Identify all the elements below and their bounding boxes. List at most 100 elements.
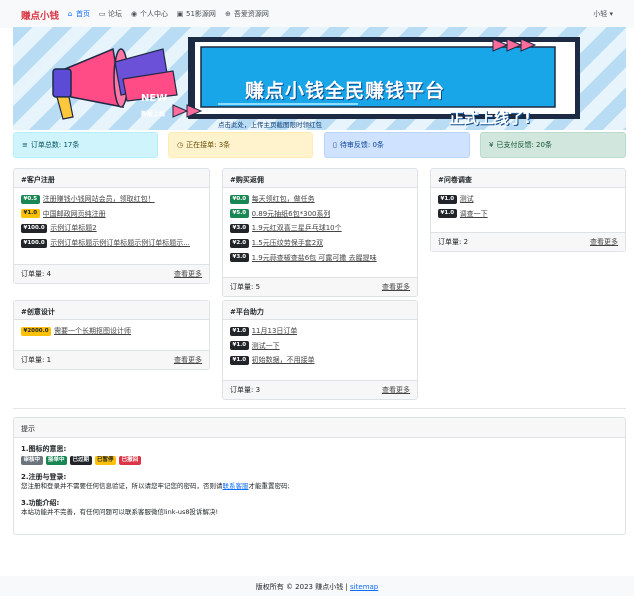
list-item[interactable]: ¥1.0 测试一下 <box>230 339 410 354</box>
task-link[interactable]: 1.9元红双喜三星乒乓球10个 <box>252 223 342 233</box>
yen-icon: ¥ <box>489 141 494 149</box>
stat-active-orders: ◷ 正在接单: 3条 <box>168 132 313 158</box>
brand-logo[interactable]: 赚点小钱 <box>21 8 59 22</box>
film-icon: ▣ <box>176 10 184 18</box>
stat-paid-feedback: ¥ 已支付反馈: 20条 <box>480 132 626 158</box>
task-link[interactable]: 中国邮政网页纯注册 <box>43 209 106 219</box>
stat-total-orders: ≡ 订单总数: 17条 <box>13 132 158 158</box>
nav-item-profile[interactable]: ◉ 个人中心 <box>130 9 168 19</box>
reward-badge: ¥1.0 <box>438 209 457 219</box>
nav-menu: ⌂ 首页 ▭ 论坛 ◉ 个人中心 ▣ 51影源网 ⊕ 吾爱资源网 <box>66 9 269 19</box>
nav-item-51film[interactable]: ▣ 51影源网 <box>176 9 216 19</box>
list-item[interactable]: ¥1.0 测试 <box>438 192 618 207</box>
task-link[interactable]: 1.5元压纹劳保手套2双 <box>252 238 324 248</box>
view-more-link[interactable]: 查看更多 <box>382 282 410 292</box>
task-link[interactable]: 0.89元抽纸6包*300系列 <box>252 209 331 219</box>
view-more-link[interactable]: 查看更多 <box>174 269 202 279</box>
task-link[interactable]: 注册赚钱小钱网站会员，领取红包！ <box>43 194 155 204</box>
task-link[interactable]: 需要一个长期抠图设计师 <box>54 326 131 336</box>
order-count: 订单量: 4 <box>21 270 52 278</box>
reward-badge: ¥2000.0 <box>21 326 52 336</box>
list-item[interactable]: ¥3.0 1.9元蒜查椒查盐6包 可露可撒 去腥提味 <box>230 250 410 265</box>
card-title: #问卷调查 <box>431 169 625 188</box>
reward-badge: ¥100.0 <box>21 238 48 248</box>
reward-badge: ¥1.0 <box>21 209 40 219</box>
promo-banner[interactable]: NEW 新版上线 赚点小钱全民赚钱平台 点击此处，上传主页截图限时领红包 正式上… <box>13 27 626 130</box>
tips-panel: 提示 1.图标的意思: 审核中 接单中 已过期 已暂停 已撤回 2.注册与登录: 您注册… <box>13 417 626 535</box>
clock-icon: ◷ <box>177 141 184 149</box>
reward-badge: ¥5.0 <box>230 209 249 219</box>
nav-item-home[interactable]: ⌂ 首页 <box>66 9 90 19</box>
card-title: #客户注册 <box>14 169 209 188</box>
house-icon: ⌂ <box>67 10 73 18</box>
view-more-link[interactable]: 查看更多 <box>590 237 618 247</box>
list-item[interactable]: ¥0.0 每天领红包，做任务 <box>230 192 410 207</box>
sitemap-link[interactable]: sitemap <box>350 583 378 591</box>
card-purchase-rebate: #购买返佣 ¥0.0 每天领红包，做任务 ¥5.0 0.89元抽纸6包*300系列 … <box>222 168 418 297</box>
user-dropdown[interactable]: 小轻 ▾ <box>593 9 613 19</box>
order-count: 订单量: 1 <box>21 356 52 364</box>
task-link[interactable]: 每天领红包，做任务 <box>252 194 315 204</box>
card-creative-design: #创意设计 ¥2000.0 需要一个长期抠图设计师 订单量: 1 查看更多 <box>13 300 210 370</box>
reward-badge: ¥1.0 <box>438 194 457 204</box>
task-link[interactable]: 测试 <box>460 194 474 204</box>
globe-icon: ⊕ <box>224 10 231 18</box>
status-badge-expired: 已过期 <box>70 456 92 465</box>
list-item[interactable]: ¥3.0 1.9元红双喜三星乒乓球10个 <box>230 221 410 236</box>
copyright-text: 版权所有 © 2023 赚点小钱 | <box>255 583 351 591</box>
navbar: 赚点小钱 ⌂ 首页 ▭ 论坛 ◉ 个人中心 ▣ 51影源网 ⊕ 吾爱资源网 小轻… <box>0 0 634 28</box>
task-link[interactable]: 调查一下 <box>460 209 488 219</box>
card-title: #平台助力 <box>223 301 417 320</box>
task-link[interactable]: 1.9元蒜查椒查盐6包 可露可撒 去腥提味 <box>252 253 377 263</box>
stat-pending-feedback: ▯ 待审反馈: 0条 <box>324 132 470 158</box>
task-link[interactable]: 11月13日订单 <box>252 326 298 336</box>
list-item[interactable]: ¥2000.0 需要一个长期抠图设计师 <box>21 324 202 339</box>
contact-support-link[interactable]: 联系客服 <box>223 482 249 490</box>
status-badge-reviewing: 审核中 <box>21 456 43 465</box>
list-item[interactable]: ¥1.0 初始数据，不用接单 <box>230 353 410 368</box>
order-count: 订单量: 3 <box>230 386 261 394</box>
reward-badge: ¥2.0 <box>230 238 249 248</box>
card-platform-boost: #平台助力 ¥1.0 11月13日订单 ¥1.0 测试一下 ¥1.0 初始数据，不用接… <box>222 300 418 400</box>
tips-text: 本站功能并不完善，有任何问题可以联系客服微信link-us8投诉解决! <box>21 508 219 516</box>
status-badge-paused: 已暂停 <box>94 456 117 465</box>
status-badge-withdrawn: 已撤回 <box>119 456 141 465</box>
list-item[interactable]: ¥5.0 0.89元抽纸6包*300系列 <box>230 207 410 222</box>
tips-header: 提示 <box>14 418 625 438</box>
reward-badge: ¥3.0 <box>230 253 249 263</box>
tips-text: 您注册和登录并不需要任何信息验证，所以请您牢记您的密码，否则请联系客服才能重置密… <box>21 482 290 490</box>
task-link[interactable]: 示例订单标题示例订单标题示例订单标题示... <box>50 238 190 248</box>
banner-hot-tag: 新版上线 <box>141 111 166 118</box>
view-more-link[interactable]: 查看更多 <box>174 355 202 365</box>
reward-badge: ¥100.0 <box>21 223 48 233</box>
list-icon: ≡ <box>22 141 28 149</box>
nav-item-52pojie[interactable]: ⊕ 吾爱资源网 <box>224 9 269 19</box>
chat-icon: ▭ <box>98 10 106 18</box>
doc-icon: ▯ <box>333 141 337 149</box>
task-link[interactable]: 初始数据，不用接单 <box>252 355 315 365</box>
card-title: #购买返佣 <box>223 169 417 188</box>
tips-section-title: 3.功能介绍: <box>21 499 60 507</box>
list-item[interactable]: ¥1.0 11月13日订单 <box>230 324 410 339</box>
banner-subtitle: 点击此处，上传主页截图限时领红包 <box>218 121 322 129</box>
list-item[interactable]: ¥0.5 注册赚钱小钱网站会员，领取红包！ <box>21 192 202 207</box>
list-item[interactable]: ¥1.0 中国邮政网页纯注册 <box>21 207 202 222</box>
list-item[interactable]: ¥100.0 示例订单标题2 <box>21 221 202 236</box>
reward-badge: ¥3.0 <box>230 223 249 233</box>
reward-badge: ¥1.0 <box>230 355 249 365</box>
tips-section-title: 2.注册与登录: <box>21 473 67 481</box>
list-item[interactable]: ¥100.0 示例订单标题示例订单标题示例订单标题示... <box>21 236 202 251</box>
banner-title: 赚点小钱全民赚钱平台 <box>245 80 446 102</box>
nav-item-forum[interactable]: ▭ 论坛 <box>98 9 122 19</box>
list-item[interactable]: ¥2.0 1.5元压纹劳保手套2双 <box>230 236 410 251</box>
banner-slogan: 正式上线了! <box>449 109 531 127</box>
view-more-link[interactable]: 查看更多 <box>382 385 410 395</box>
task-link[interactable]: 测试一下 <box>252 341 280 351</box>
banner-new-tag: NEW <box>141 93 168 104</box>
reward-badge: ¥1.0 <box>230 341 249 351</box>
card-customer-register: #客户注册 ¥0.5 注册赚钱小钱网站会员，领取红包！ ¥1.0 中国邮政网页纯注册… <box>13 168 210 284</box>
list-item[interactable]: ¥1.0 调查一下 <box>438 207 618 222</box>
order-count: 订单量: 5 <box>230 283 261 291</box>
status-badge-accepting: 接单中 <box>45 456 68 465</box>
task-link[interactable]: 示例订单标题2 <box>50 223 96 233</box>
